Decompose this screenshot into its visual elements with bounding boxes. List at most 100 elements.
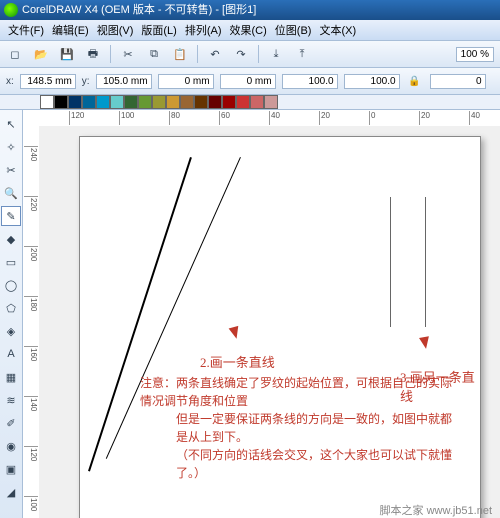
color-swatch[interactable]	[96, 95, 110, 109]
redo-icon[interactable]: ↷	[232, 45, 250, 63]
color-swatch[interactable]	[138, 95, 152, 109]
color-swatch[interactable]	[152, 95, 166, 109]
print-icon[interactable]: 🖶	[84, 45, 102, 63]
import-icon[interactable]: ⤓	[267, 45, 285, 63]
ruler-tick: 240	[24, 146, 38, 161]
ruler-corner	[23, 110, 40, 127]
freehand-tool-icon[interactable]: ✎	[1, 206, 21, 226]
cut-icon[interactable]: ✂	[119, 45, 137, 63]
color-swatch[interactable]	[82, 95, 96, 109]
ruler-tick: 160	[24, 346, 38, 361]
fill-tool-icon[interactable]: ▣	[1, 459, 21, 479]
lock-icon[interactable]: 🔒	[406, 72, 424, 90]
color-swatch[interactable]	[236, 95, 250, 109]
note-line-1: 注意：两条直线确定了罗纹的起始位置，可根据自己的实际情况调节角度和位置	[140, 374, 460, 410]
menu-bitmap[interactable]: 位图(B)	[271, 22, 316, 38]
ruler-tick: 220	[24, 196, 38, 211]
toolbox: ↖ ✧ ✂ 🔍 ✎ ◆ ▭ ◯ ⬠ ◈ A ▦ ≋ ✐ ◉ ▣ ◢	[0, 110, 23, 518]
app-logo-icon	[4, 3, 18, 17]
open-icon[interactable]: 📂	[32, 45, 50, 63]
note-line-3: （不同方向的话线会交叉，这个大家也可以试下就懂了。）	[140, 446, 460, 482]
basic-shapes-icon[interactable]: ◈	[1, 321, 21, 341]
color-swatch[interactable]	[166, 95, 180, 109]
color-swatch[interactable]	[124, 95, 138, 109]
crop-tool-icon[interactable]: ✂	[1, 160, 21, 180]
ellipse-tool-icon[interactable]: ◯	[1, 275, 21, 295]
menu-file[interactable]: 文件(F)	[4, 22, 48, 38]
color-swatch[interactable]	[68, 95, 82, 109]
window-title: CorelDRAW X4 (OEM 版本 - 不可转售) - [图形1]	[22, 4, 256, 16]
scale-y-value[interactable]: 100.0	[344, 74, 400, 89]
drawing-canvas[interactable]: 2.画一条直线 3.画另一条直线 注意：两条直线确定了罗纹的起始位置，可根据自己…	[39, 126, 500, 518]
color-palette	[0, 95, 500, 110]
ruler-tick: 40	[269, 111, 280, 125]
outline-tool-icon[interactable]: ◉	[1, 436, 21, 456]
annotation-caption-1: 2.画一条直线	[200, 352, 275, 371]
ruler-tick: 20	[419, 111, 430, 125]
menu-arrange[interactable]: 排列(A)	[181, 22, 226, 38]
annotation-arrow-2-icon	[419, 336, 431, 350]
ruler-tick: 100	[119, 111, 134, 125]
separator	[197, 45, 198, 63]
color-swatch[interactable]	[222, 95, 236, 109]
paste-icon[interactable]: 📋	[171, 45, 189, 63]
menu-edit[interactable]: 编辑(E)	[48, 22, 93, 38]
copy-icon[interactable]: ⧉	[145, 45, 163, 63]
shape-tool-icon[interactable]: ✧	[1, 137, 21, 157]
vertical-ruler: 240220200180160140120100	[23, 126, 40, 518]
zoom-tool-icon[interactable]: 🔍	[1, 183, 21, 203]
color-swatch[interactable]	[264, 95, 278, 109]
smart-fill-icon[interactable]: ◆	[1, 229, 21, 249]
main-area: ↖ ✧ ✂ 🔍 ✎ ◆ ▭ ◯ ⬠ ◈ A ▦ ≋ ✐ ◉ ▣ ◢ 120 100…	[0, 110, 500, 518]
ruler-tick: 20	[319, 111, 330, 125]
table-tool-icon[interactable]: ▦	[1, 367, 21, 387]
zoom-level[interactable]: 100 %	[456, 47, 494, 62]
new-icon[interactable]: ◻	[6, 45, 24, 63]
ruler-tick: 140	[24, 396, 38, 411]
ruler-tick: 0	[369, 111, 375, 125]
color-swatch[interactable]	[54, 95, 68, 109]
annotation-arrow-1-icon	[229, 326, 242, 340]
x-label: x:	[6, 76, 14, 87]
blend-tool-icon[interactable]: ≋	[1, 390, 21, 410]
color-swatch[interactable]	[40, 95, 54, 109]
pick-tool-icon[interactable]: ↖	[1, 114, 21, 134]
polygon-tool-icon[interactable]: ⬠	[1, 298, 21, 318]
ruler-tick: 100	[24, 496, 38, 511]
horizontal-ruler: 1201008060402002040	[39, 110, 500, 127]
eyedropper-icon[interactable]: ✐	[1, 413, 21, 433]
export-icon[interactable]: ⤒	[293, 45, 311, 63]
ruler-tick: 80	[169, 111, 180, 125]
undo-icon[interactable]: ↶	[206, 45, 224, 63]
drawn-line-3a[interactable]	[390, 197, 391, 327]
save-icon[interactable]: 💾	[58, 45, 76, 63]
window-titlebar: CorelDRAW X4 (OEM 版本 - 不可转售) - [图形1]	[0, 0, 500, 20]
text-tool-icon[interactable]: A	[1, 344, 21, 364]
height-value[interactable]: 0 mm	[220, 74, 276, 89]
color-swatch[interactable]	[250, 95, 264, 109]
note-line-2: 但是一定要保证两条线的方向是一致的，如图中就都是从上到下。	[140, 410, 460, 446]
watermark: 脚本之家 www.jb51.net	[380, 502, 492, 518]
menu-effects[interactable]: 效果(C)	[226, 22, 271, 38]
drawn-line-3b[interactable]	[425, 197, 426, 327]
ruler-tick: 40	[469, 111, 480, 125]
interactive-fill-icon[interactable]: ◢	[1, 482, 21, 502]
x-value[interactable]: 148.5 mm	[20, 74, 76, 89]
canvas-area: 1201008060402002040 24022020018016014012…	[23, 110, 500, 518]
y-value[interactable]: 105.0 mm	[96, 74, 152, 89]
color-swatch[interactable]	[194, 95, 208, 109]
rectangle-tool-icon[interactable]: ▭	[1, 252, 21, 272]
menu-bar: 文件(F) 编辑(E) 视图(V) 版面(L) 排列(A) 效果(C) 位图(B…	[0, 20, 500, 41]
menu-layout[interactable]: 版面(L)	[137, 22, 180, 38]
width-value[interactable]: 0 mm	[158, 74, 214, 89]
scale-x-value[interactable]: 100.0	[282, 74, 338, 89]
menu-view[interactable]: 视图(V)	[93, 22, 138, 38]
menu-text[interactable]: 文本(X)	[315, 22, 360, 38]
color-swatch[interactable]	[110, 95, 124, 109]
ruler-tick: 120	[24, 446, 38, 461]
separator	[258, 45, 259, 63]
rotation-value[interactable]: 0	[430, 74, 486, 89]
color-swatch[interactable]	[180, 95, 194, 109]
standard-toolbar: ◻ 📂 💾 🖶 ✂ ⧉ 📋 ↶ ↷ ⤓ ⤒ 100 %	[0, 41, 500, 68]
color-swatch[interactable]	[208, 95, 222, 109]
